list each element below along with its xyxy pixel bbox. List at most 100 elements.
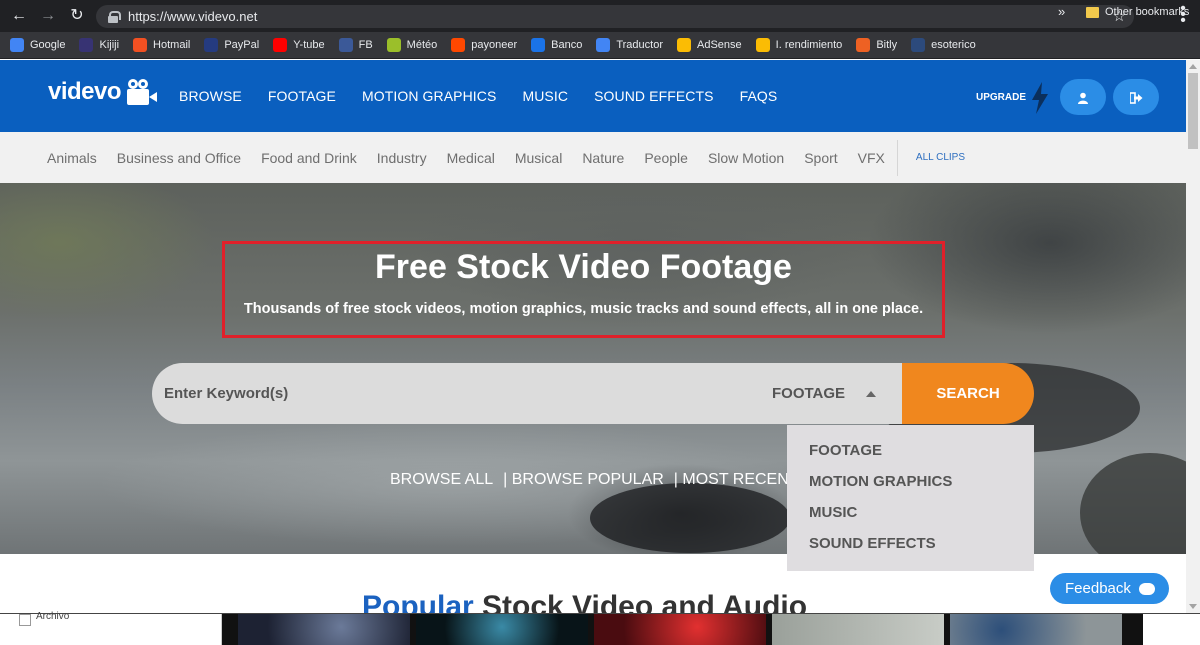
browse-links: BROWSE ALL | BROWSE POPULAR | MOST RECEN… — [390, 471, 809, 489]
bookmark-item[interactable]: Kijiji — [79, 38, 119, 52]
other-bookmarks[interactable]: Other bookmarks — [1086, 6, 1189, 18]
feedback-button[interactable]: Feedback — [1050, 573, 1169, 604]
user-account-button[interactable] — [1060, 79, 1106, 115]
bookmark-label: Hotmail — [153, 39, 191, 51]
selected-type-label: FOOTAGE — [772, 385, 846, 402]
bookmark-label: payoneer — [471, 39, 518, 51]
bookmark-item[interactable]: Traductor — [596, 38, 663, 52]
lock-icon — [108, 10, 121, 23]
address-bar[interactable]: https://www.videvo.net ☆ — [96, 5, 1134, 28]
category-sport[interactable]: Sport — [804, 150, 837, 166]
bookmark-item[interactable]: Y-tube — [273, 38, 325, 52]
category-vfx[interactable]: VFX — [858, 150, 885, 166]
back-icon[interactable]: ← — [9, 6, 29, 26]
nav-faqs[interactable]: FAQS — [740, 88, 778, 104]
google-icon — [10, 38, 24, 52]
dropdown-option-footage[interactable]: FOOTAGE — [787, 438, 1034, 469]
scroll-up-icon[interactable] — [1189, 64, 1197, 69]
category-people[interactable]: People — [644, 150, 688, 166]
bookmark-item[interactable]: AdSense — [677, 38, 742, 52]
videvo-logo[interactable]: videvo — [48, 78, 158, 106]
category-business-and-office[interactable]: Business and Office — [117, 150, 241, 166]
search-button[interactable]: SEARCH — [902, 363, 1034, 424]
video-thumbnail[interactable] — [594, 614, 766, 645]
category-medical[interactable]: Medical — [447, 150, 495, 166]
category-food-and-drink[interactable]: Food and Drink — [261, 150, 357, 166]
browse-all-link[interactable]: BROWSE ALL — [390, 471, 493, 489]
bookmarks-overflow-icon[interactable]: » — [1058, 4, 1065, 19]
bookmark-label: PayPal — [224, 39, 260, 51]
lightning-icon — [1032, 82, 1048, 114]
category-musical[interactable]: Musical — [515, 150, 562, 166]
dropdown-option-sound-effects[interactable]: SOUND EFFECTS — [787, 531, 1034, 562]
forward-icon[interactable]: → — [38, 6, 58, 26]
bookmark-label: I. rendimiento — [775, 39, 843, 51]
video-thumbnail[interactable] — [772, 614, 944, 645]
feedback-label: Feedback — [1065, 580, 1131, 597]
hero-rock-shape — [590, 483, 790, 553]
category-slow-motion[interactable]: Slow Motion — [708, 150, 784, 166]
youtube-icon — [273, 38, 288, 52]
dropdown-option-motion-graphics[interactable]: MOTION GRAPHICS — [787, 469, 1034, 500]
payoneer-icon — [451, 38, 466, 52]
bookmark-item[interactable]: esoterico — [911, 38, 976, 52]
reload-icon[interactable]: ↻ — [67, 6, 87, 26]
url-text[interactable]: https://www.videvo.net — [128, 9, 257, 24]
category-industry[interactable]: Industry — [377, 150, 427, 166]
esoterico-icon — [911, 38, 926, 52]
bookmark-item[interactable]: Hotmail — [133, 38, 190, 52]
nav-browse[interactable]: BROWSE — [179, 88, 242, 104]
facebook-icon — [338, 38, 353, 52]
nav-sound-effects[interactable]: SOUND EFFECTS — [594, 88, 714, 104]
rendimiento-icon — [755, 38, 770, 52]
category-animals[interactable]: Animals — [47, 150, 97, 166]
bookmark-item[interactable]: Banco — [531, 38, 582, 52]
bookmark-label: Kijiji — [99, 39, 120, 51]
video-thumbnail[interactable] — [950, 614, 1122, 645]
other-bookmarks-label: Other bookmarks — [1105, 6, 1190, 18]
bookmarks-bar: Google Kijiji Hotmail PayPal Y-tube FB Météo pa… — [0, 32, 1200, 59]
page-scrollbar[interactable] — [1186, 60, 1200, 613]
bookmark-item[interactable]: payoneer — [451, 38, 517, 52]
media-type-select[interactable]: FOOTAGE — [762, 363, 902, 424]
scrollbar-thumb[interactable] — [1188, 73, 1198, 149]
nav-footage[interactable]: FOOTAGE — [268, 88, 336, 104]
upgrade-link[interactable]: UPGRADE — [976, 92, 1026, 103]
hero-rock-shape — [1080, 453, 1186, 554]
category-nature[interactable]: Nature — [582, 150, 624, 166]
bookmark-label: Google — [30, 39, 66, 51]
hero-subtitle: Thousands of free stock videos, motion g… — [243, 301, 924, 317]
sign-in-icon — [1128, 92, 1142, 104]
dropdown-option-music[interactable]: MUSIC — [787, 500, 1034, 531]
bitly-icon — [856, 38, 871, 52]
bookmark-item[interactable]: FB — [338, 38, 373, 52]
nav-motion-graphics[interactable]: MOTION GRAPHICS — [362, 88, 497, 104]
video-thumbnail[interactable] — [1143, 614, 1200, 645]
all-clips-link[interactable]: ALL CLIPS — [916, 152, 965, 163]
video-thumbnail[interactable] — [238, 614, 410, 645]
bookmark-item[interactable]: PayPal — [204, 38, 259, 52]
file-label: Archivo — [36, 611, 70, 622]
meteo-icon — [386, 38, 401, 52]
bookmark-item[interactable]: Bitly — [856, 38, 897, 52]
bookmark-label: Bitly — [876, 39, 898, 51]
bookmark-item[interactable]: Google — [10, 38, 65, 52]
bookmark-label: AdSense — [697, 39, 742, 51]
sign-in-button[interactable] — [1113, 79, 1159, 115]
hotmail-icon — [133, 38, 148, 52]
browser-toolbar: ← → ↻ https://www.videvo.net ☆ • • • — [0, 0, 1200, 32]
bookmark-label: esoterico — [931, 39, 976, 51]
nav-music[interactable]: MUSIC — [522, 88, 568, 104]
scroll-down-icon[interactable] — [1189, 604, 1197, 609]
category-divider — [896, 139, 898, 176]
bookmark-item[interactable]: Météo — [386, 38, 437, 52]
file-checkbox[interactable] — [19, 614, 31, 626]
headline-highlight-box: Free Stock Video Footage Thousands of fr… — [222, 241, 945, 338]
most-recent-link[interactable]: | MOST RECENT — [674, 471, 799, 489]
browse-popular-link[interactable]: | BROWSE POPULAR — [503, 471, 664, 489]
video-thumbnail[interactable] — [416, 614, 588, 645]
main-nav: BROWSE FOOTAGE MOTION GRAPHICS MUSIC SOU… — [179, 60, 803, 132]
file-panel: Archivo — [0, 611, 222, 645]
camera-icon — [127, 79, 158, 105]
bookmark-item[interactable]: I. rendimiento — [755, 38, 843, 52]
